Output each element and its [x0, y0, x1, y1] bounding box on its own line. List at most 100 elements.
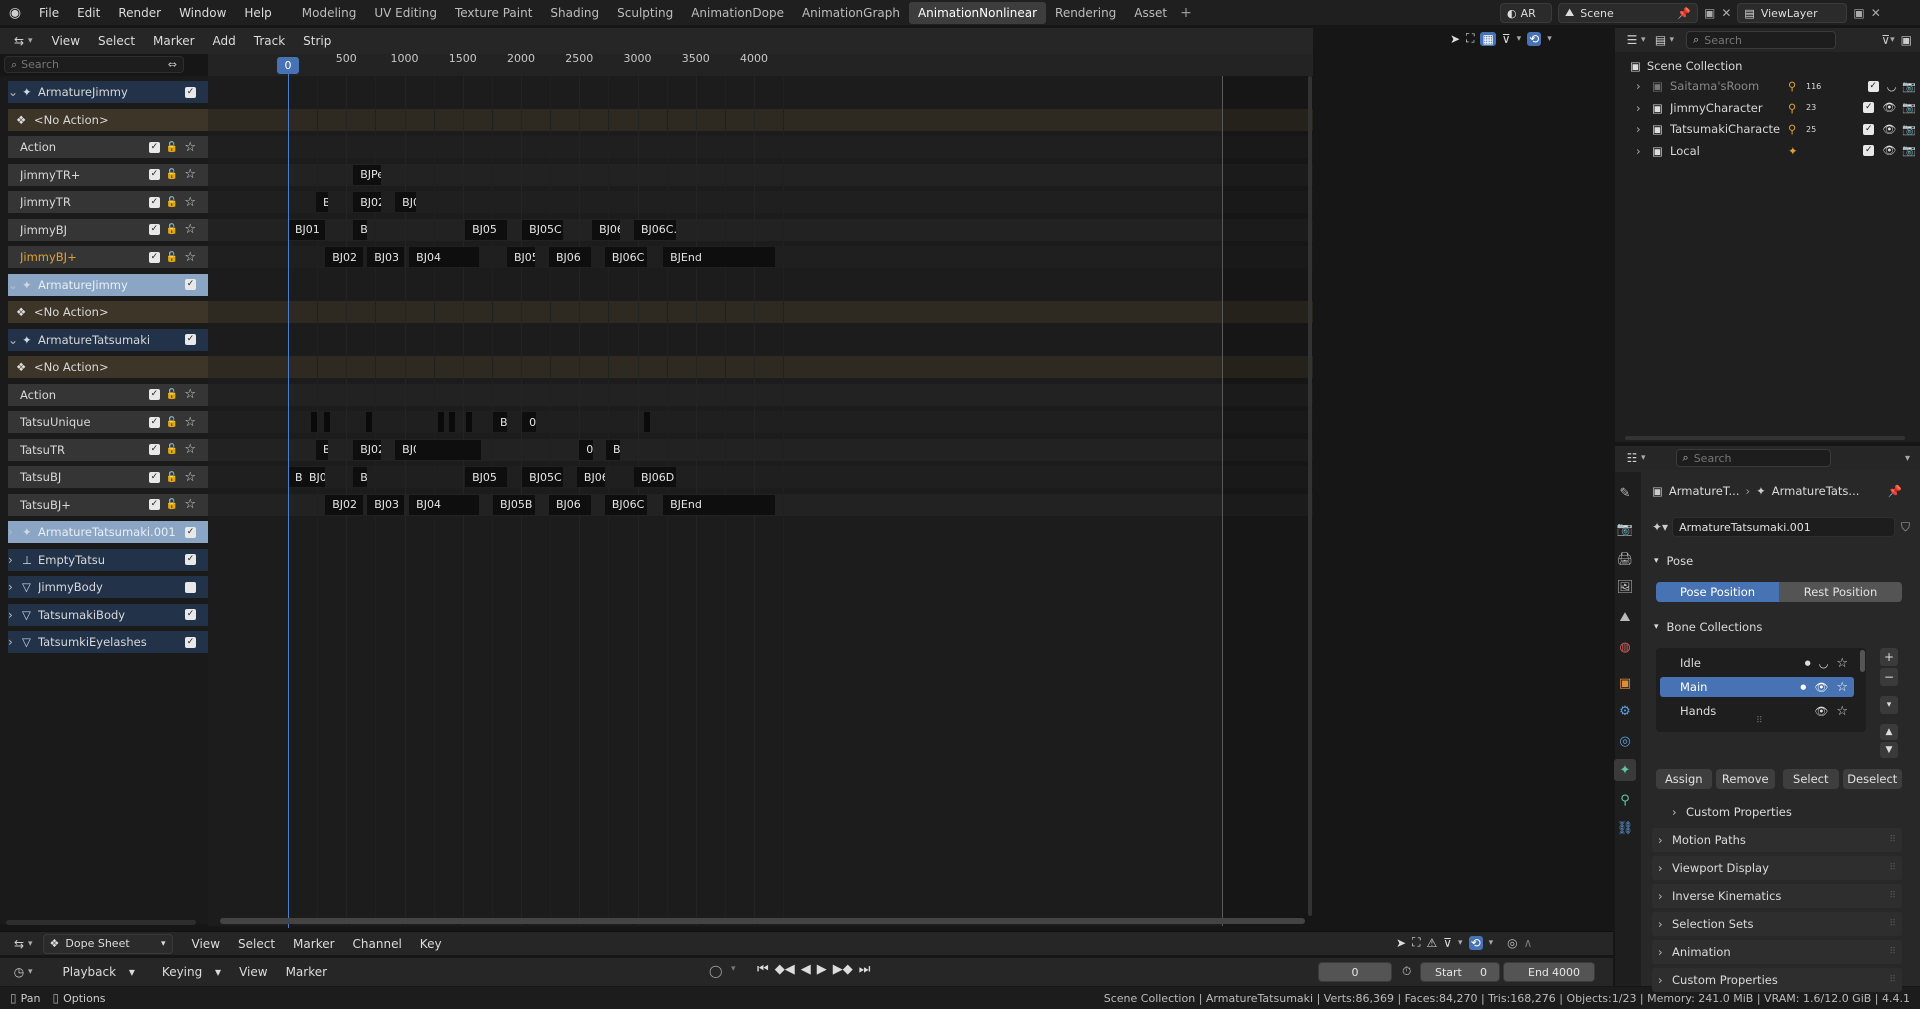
nla-strip[interactable]	[644, 412, 651, 432]
world-tab-icon[interactable]: ◍	[1614, 636, 1636, 658]
delete-viewlayer-icon[interactable]: ✕	[1871, 6, 1881, 20]
add-workspace-icon[interactable]: +	[1180, 5, 1192, 21]
nla-strip[interactable]: BJ	[315, 439, 328, 460]
nla-strip[interactable]: BJ02TR	[353, 192, 382, 212]
nla-strip[interactable]: BJ	[288, 467, 302, 487]
ds-filter-chevron-icon[interactable]: ▾	[1458, 938, 1463, 948]
visibility-eye-icon[interactable]: 👁	[1814, 681, 1828, 694]
pin-data-icon[interactable]: 📌	[1888, 484, 1902, 498]
solo-star-icon[interactable]: ☆	[184, 222, 196, 237]
track-mute-checkbox[interactable]: ✓	[148, 196, 160, 208]
nla-menu-marker[interactable]: Marker	[153, 34, 194, 48]
track-mute-checkbox[interactable]: ✓	[148, 444, 160, 455]
solo-star-icon[interactable]: ☆	[184, 415, 196, 430]
nla-strip[interactable]	[466, 412, 473, 432]
jump-start-icon[interactable]: ⏮	[757, 962, 769, 977]
rest-position-button[interactable]: Rest Position	[1779, 582, 1902, 602]
viewlayer-select[interactable]: ▤ ViewLayer	[1737, 3, 1848, 23]
pose-panel-header[interactable]: ▾ Pose	[1654, 550, 1904, 572]
nla-strip[interactable]: BJ	[353, 219, 368, 240]
dopesheet-menu-view[interactable]: View	[192, 937, 220, 951]
outliner-scrollbar[interactable]	[1625, 436, 1905, 440]
horizontal-scrollbar[interactable]	[220, 918, 1305, 924]
exclude-checkbox[interactable]: ✓	[1867, 80, 1879, 92]
channel-track[interactable]: TatsuTR ✓ 🔓 ☆	[8, 438, 208, 461]
nla-strip[interactable]: 06	[579, 439, 594, 460]
bone-collection-row[interactable]: Idle ● ◡ ☆	[1660, 653, 1854, 673]
channel-checkbox[interactable]: ✓	[185, 279, 196, 290]
scene-collection-row[interactable]: ▣ Scene Collection	[1630, 56, 1742, 76]
track-mute-checkbox[interactable]: ✓	[148, 499, 160, 510]
solo-star-icon[interactable]: ☆	[184, 250, 196, 265]
lock-icon[interactable]: 🔓	[166, 417, 178, 428]
start-frame-field[interactable]: Start 0	[1420, 962, 1500, 982]
dopesheet-mode-select[interactable]: ❖ Dope Sheet ▾	[42, 933, 173, 954]
properties-editor-icon[interactable]: ☷	[1623, 449, 1641, 467]
render-camera-icon[interactable]: 📷	[1902, 123, 1916, 136]
channel-action[interactable]: ❖ <No Action>	[8, 108, 208, 131]
outliner-search[interactable]: ⌕	[1686, 31, 1837, 49]
select-tool-icon[interactable]: ➤	[1450, 32, 1460, 46]
list-resize-grip-icon[interactable]: ⠿	[1756, 716, 1763, 726]
nla-strip[interactable]: BJ	[493, 412, 507, 432]
render-tab-icon[interactable]: 📷	[1614, 518, 1636, 540]
play-icon[interactable]: ▶	[817, 962, 827, 977]
object-tab-icon[interactable]: ▣	[1614, 672, 1636, 694]
visibility-eye-icon[interactable]: 👁	[1882, 123, 1896, 136]
channel-search[interactable]: ⌕ ⇔	[4, 56, 184, 73]
select-button[interactable]: Select	[1783, 769, 1839, 789]
ds-falloff-icon[interactable]: ∧	[1524, 936, 1533, 950]
lock-icon[interactable]: 🔓	[166, 197, 178, 208]
nla-strip[interactable]: BJ	[315, 192, 328, 212]
channel-track[interactable]: JimmyBJ ✓ 🔓 ☆	[8, 218, 208, 241]
bone-collection-row[interactable]: Main ● 👁 ☆	[1660, 677, 1854, 697]
nla-strip[interactable]: BJ05B	[493, 494, 535, 515]
solo-star-icon[interactable]: ☆	[184, 470, 196, 485]
expand-chevron-icon[interactable]: ›	[8, 525, 22, 539]
outliner-filter-icon[interactable]: ⊽	[1881, 33, 1890, 47]
snapping-chevron-icon[interactable]: ▾	[1547, 34, 1552, 44]
solo-star-icon[interactable]: ☆	[184, 195, 196, 210]
panel-header[interactable]: › Motion Paths ⠿	[1652, 828, 1902, 852]
expand-chevron-icon[interactable]: ⌄	[8, 85, 22, 99]
nla-strip[interactable]: BJ01	[288, 219, 326, 240]
nla-strip[interactable]: BJPeni	[353, 164, 382, 185]
outliner-expand-icon[interactable]: ›	[1636, 79, 1652, 93]
hidden-eye-icon[interactable]: ◡	[1819, 657, 1829, 670]
nla-strip[interactable]: BJ	[353, 467, 368, 487]
bone-tab-icon[interactable]: ⚲	[1614, 789, 1636, 811]
channel-track[interactable]: Action ✓ 🔓 ☆	[8, 136, 208, 158]
nla-strip[interactable]: BJ01B	[301, 467, 326, 487]
channel-track[interactable]: JimmyTR ✓ 🔓 ☆	[8, 191, 208, 213]
playhead[interactable]: 0	[277, 57, 299, 74]
language-select[interactable]: ◐ AR	[1500, 3, 1552, 23]
tool-tab-icon[interactable]: ✎	[1614, 482, 1636, 504]
outliner-filter-chevron-icon[interactable]: ▾	[1890, 35, 1895, 45]
nla-strip[interactable]: BJ05	[465, 219, 508, 240]
dopesheet-menu-key[interactable]: Key	[420, 937, 442, 951]
nla-strip[interactable]	[416, 439, 482, 460]
channel-track[interactable]: JimmyTR+ ✓ 🔓 ☆	[8, 163, 208, 186]
pose-position-button[interactable]: Pose Position	[1656, 582, 1779, 602]
filter-chevron-icon[interactable]: ▾	[1517, 34, 1522, 44]
workspace-tab-sculpting[interactable]: Sculpting	[608, 2, 682, 24]
drag-grip-icon[interactable]: ⠿	[1889, 947, 1896, 957]
nla-strip[interactable]: BJ03	[367, 247, 405, 267]
outliner-collection[interactable]: › ▣ JimmyCharacter ⚲ 23 ✓ 👁 📷	[1636, 98, 1916, 118]
workspace-tab-animationnonlinear[interactable]: AnimationNonlinear	[908, 1, 1047, 24]
menu-edit[interactable]: Edit	[77, 6, 100, 20]
workspace-tab-rendering[interactable]: Rendering	[1046, 2, 1125, 24]
filter-icon[interactable]: ⊽	[1502, 32, 1511, 46]
record-icon[interactable]: ◯	[709, 964, 722, 978]
physics-tab-icon[interactable]: ◎	[1614, 730, 1636, 752]
outliner-collection[interactable]: › ▣ Local ✦ ✓ 👁 📷	[1636, 141, 1916, 161]
outliner-expand-icon[interactable]: ›	[1636, 101, 1652, 115]
solo-star-icon[interactable]: ☆	[1836, 656, 1848, 671]
expand-chevron-icon[interactable]: ⌄	[8, 333, 22, 347]
track-mute-checkbox[interactable]: ✓	[148, 389, 160, 400]
track-mute-checkbox[interactable]: ✓	[148, 169, 160, 180]
expand-chevron-icon[interactable]: ›	[8, 635, 22, 649]
track-mute-checkbox[interactable]: ✓	[148, 251, 160, 263]
render-camera-icon[interactable]: 📷	[1902, 144, 1916, 157]
panel-header[interactable]: › Selection Sets ⠿	[1652, 912, 1902, 936]
